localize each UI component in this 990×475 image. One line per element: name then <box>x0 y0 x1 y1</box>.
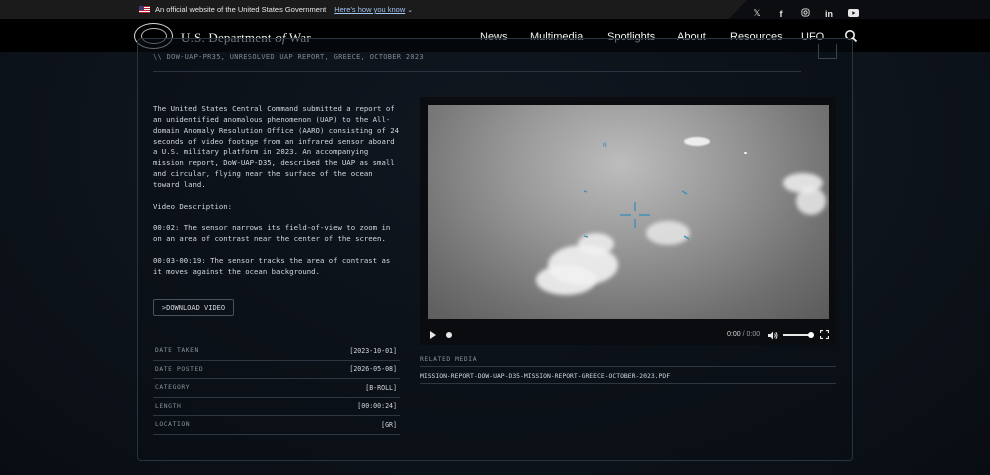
table-row: DATE TAKEN [2023-10-01] <box>153 342 400 361</box>
linkedin-icon[interactable]: in <box>824 9 834 19</box>
targeting-reticle-icon: N <box>583 142 690 240</box>
description-text: The United States Central Command submit… <box>153 104 400 276</box>
related-divider <box>420 366 836 367</box>
metadata-key: LENGTH <box>155 402 182 410</box>
metadata-value: [2026-05-08] <box>349 365 397 374</box>
facebook-icon[interactable]: f <box>776 9 786 19</box>
x-icon[interactable]: 𝕏 <box>752 9 762 19</box>
metadata-key: CATEGORY <box>155 384 191 392</box>
current-time: 0:00 <box>727 331 741 338</box>
metadata-value: [2023-10-01] <box>349 346 397 355</box>
metadata-value: [B-ROLL] <box>365 383 397 392</box>
svg-text:N: N <box>603 142 607 149</box>
metadata-key: DATE POSTED <box>155 365 204 373</box>
time-separator: / <box>742 331 745 338</box>
fullscreen-icon[interactable] <box>820 330 829 339</box>
us-flag-icon <box>139 6 150 13</box>
related-media-heading: RELATED MEDIA <box>420 356 478 363</box>
metadata-key: LOCATION <box>155 421 191 429</box>
related-divider <box>420 383 836 384</box>
related-media-link[interactable]: MISSION-REPORT-DOW-UAP-D35-MISSION-REPOR… <box>420 372 670 380</box>
breadcrumb-divider <box>153 71 801 72</box>
video-frame[interactable]: N <box>428 105 829 319</box>
breadcrumb: \\ DOW-UAP-PR35, UNRESOLVED UAP REPORT, … <box>153 53 424 61</box>
chevron-down-icon[interactable]: ⌄ <box>407 6 413 14</box>
table-row: LENGTH [00:00:24] <box>153 398 400 416</box>
heres-how-you-know-link[interactable]: Here's how you know <box>334 5 405 14</box>
metadata-value: [00:00:24] <box>357 402 397 411</box>
play-icon[interactable] <box>430 331 436 339</box>
volume-slider-handle[interactable] <box>808 332 814 338</box>
youtube-icon[interactable] <box>848 8 859 20</box>
metadata-table: DATE TAKEN [2023-10-01] DATE POSTED [202… <box>153 342 400 435</box>
official-site-text: An official website of the United States… <box>155 5 327 14</box>
table-row: DATE POSTED [2026-05-08] <box>153 361 400 379</box>
volume-icon[interactable] <box>768 331 778 340</box>
time-display: 0:00 / 0:00 <box>727 331 760 338</box>
panel-corner-button[interactable] <box>818 44 837 59</box>
table-row: LOCATION [GR] <box>153 416 400 435</box>
metadata-value: [GR] <box>381 420 397 429</box>
metadata-key: DATE TAKEN <box>155 347 199 355</box>
seek-slider[interactable] <box>446 332 452 338</box>
download-video-button[interactable]: >DOWNLOAD VIDEO <box>153 299 234 316</box>
duration: 0:00 <box>746 331 761 338</box>
table-row: CATEGORY [B-ROLL] <box>153 379 400 398</box>
volume-slider[interactable] <box>783 334 811 336</box>
